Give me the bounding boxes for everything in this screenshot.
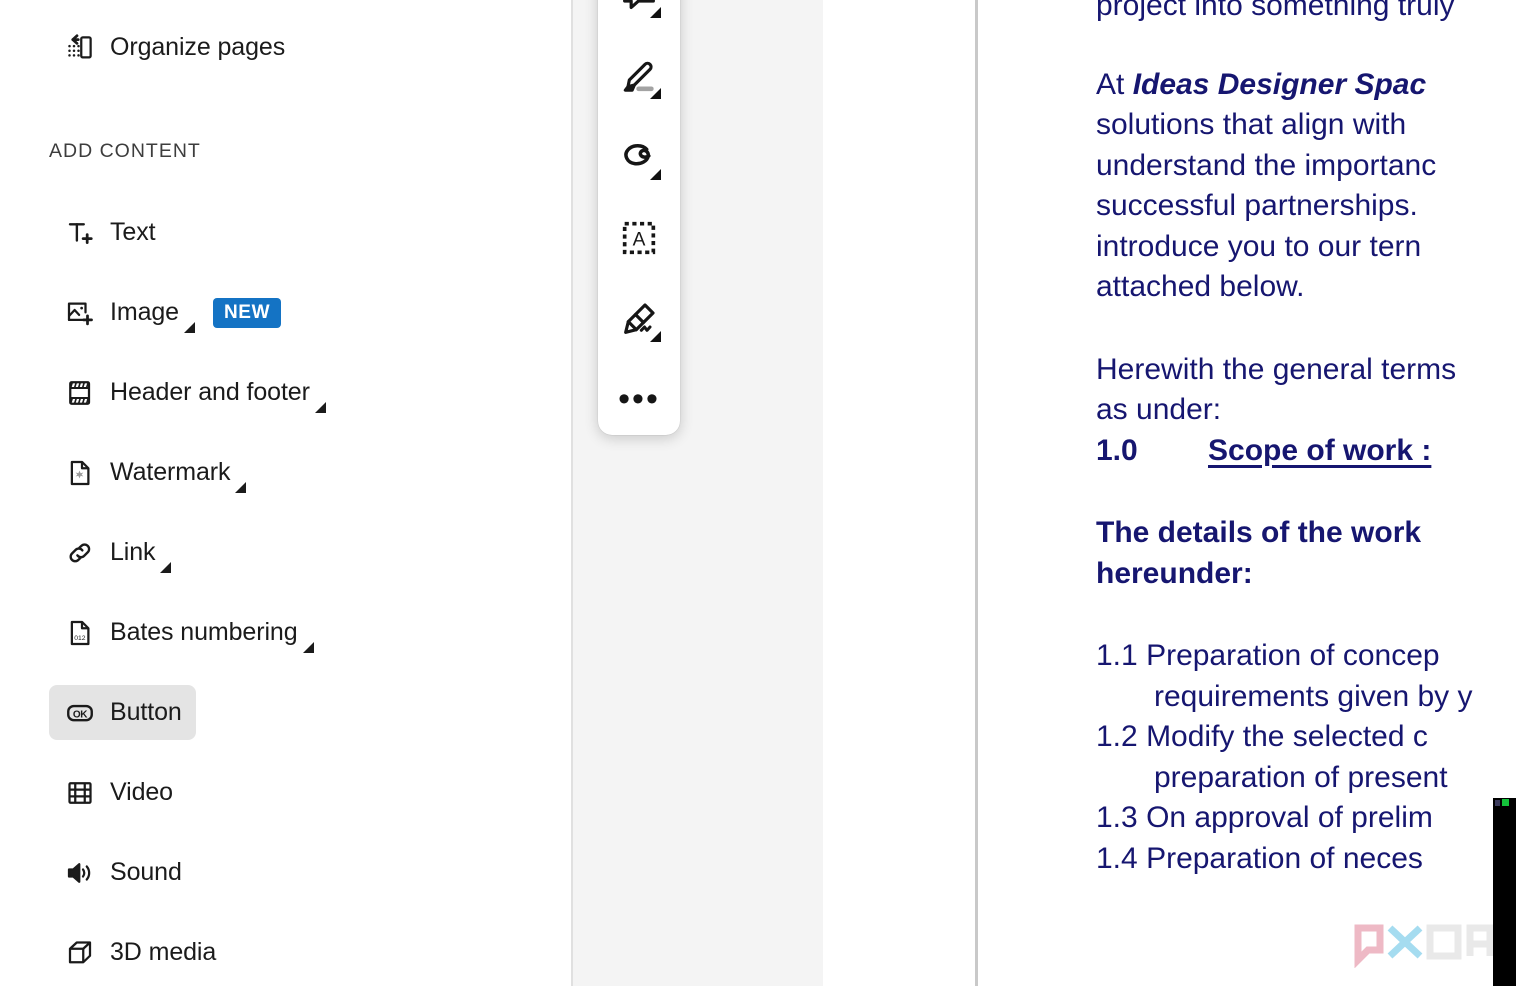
new-badge: NEW <box>212 297 282 328</box>
chevron-expand-icon[interactable] <box>314 402 326 413</box>
doc-line: understand the importanc <box>1096 148 1437 182</box>
doc-details-heading: hereunder: <box>1096 556 1253 590</box>
doc-paragraph-at: At Ideas Designer Spac <box>1096 65 1516 106</box>
doc-details-heading: The details of the work <box>1096 516 1422 549</box>
pdf-text-content: project into something truly At Ideas De… <box>1096 0 1516 879</box>
doc-clause: 1.3 On approval of prelim <box>1096 798 1516 839</box>
doc-clause: 1.2 Modify the selected c <box>1096 717 1516 758</box>
document-left-gutter <box>823 0 977 986</box>
organize-pages-icon <box>65 33 95 63</box>
chevron-expand-icon[interactable] <box>650 7 661 18</box>
doc-line: attached below. <box>1096 270 1305 303</box>
doc-clause: 1.1 Preparation of concep <box>1096 636 1516 677</box>
doc-line: as under: <box>1096 393 1222 426</box>
chevron-expand-icon[interactable] <box>650 331 661 342</box>
doc-clause-number: 1.1 <box>1096 639 1138 672</box>
image-add-icon <box>65 298 95 328</box>
chevron-expand-icon[interactable] <box>302 642 314 653</box>
sound-icon <box>65 858 95 888</box>
doc-clause-number: 1.2 <box>1096 720 1138 753</box>
sidebar-item-sound[interactable]: Sound <box>49 845 196 900</box>
doc-clause-text: Preparation of neces <box>1146 841 1423 875</box>
doc-scope-heading: 1.0 Scope of work : <box>1096 431 1516 472</box>
doc-line: successful partnerships. <box>1096 189 1418 222</box>
sidebar-item-label: Button <box>110 698 182 726</box>
doc-clause-text: Modify the selected c <box>1146 720 1428 753</box>
sidebar-item-label: Organize pages <box>110 33 286 61</box>
app-root: Organize pages ADD CONTENT Text Image NE… <box>0 0 1516 986</box>
sidebar-item-image[interactable]: Image NEW <box>49 285 295 340</box>
doc-scope-number: 1.0 <box>1096 433 1138 467</box>
doc-text-company: Ideas Designer Spac <box>1132 67 1427 101</box>
svg-text:OK: OK <box>73 709 88 720</box>
sidebar-item-header-and-footer[interactable]: Header and footer <box>49 365 340 420</box>
doc-clause-text: On approval of prelim <box>1146 801 1433 834</box>
pdf-page-view[interactable]: project into something truly At Ideas De… <box>978 0 1516 986</box>
doc-clause-cont: requirements given by y <box>1154 679 1473 713</box>
highlighter-icon[interactable] <box>608 45 670 107</box>
cube-3d-icon <box>65 938 95 968</box>
sidebar-item-label: Video <box>110 778 173 806</box>
artifact-pixel <box>1495 800 1500 806</box>
doc-clause: 1.4 Preparation of neces <box>1096 839 1516 880</box>
sidebar-item-organize-pages[interactable]: Organize pages <box>49 20 299 75</box>
chevron-expand-icon[interactable] <box>650 169 661 180</box>
doc-clause-text: Preparation of concep <box>1146 639 1440 672</box>
sidebar-item-label: Bates numbering <box>110 618 298 646</box>
sidebar-item-link[interactable]: Link <box>49 525 185 580</box>
sticky-note-comment-icon[interactable] <box>608 0 670 26</box>
text-box-icon[interactable]: A <box>608 207 670 269</box>
sidebar-item-watermark[interactable]: Watermark <box>49 445 260 500</box>
watermark-icon <box>65 458 95 488</box>
signature-pen-icon[interactable] <box>608 288 670 350</box>
sidebar-item-video[interactable]: Video <box>49 765 187 820</box>
sidebar-item-text[interactable]: Text <box>49 205 169 260</box>
freehand-draw-icon[interactable] <box>608 126 670 188</box>
chevron-expand-icon[interactable] <box>235 482 247 493</box>
ok-button-icon: OK <box>65 698 95 728</box>
sidebar-section-add-content: ADD CONTENT <box>49 140 201 162</box>
header-footer-icon <box>65 378 95 408</box>
sidebar-item-button[interactable]: OK Button <box>49 685 196 740</box>
tools-sidebar: Organize pages ADD CONTENT Text Image NE… <box>0 0 570 986</box>
chevron-expand-icon[interactable] <box>160 562 172 573</box>
more-options-icon[interactable]: ••• <box>608 369 670 431</box>
doc-text-lead: At <box>1096 67 1133 101</box>
doc-line: introduce you to our tern <box>1096 229 1422 263</box>
sidebar-item-label: Link <box>110 538 156 566</box>
sidebar-item-3d-media[interactable]: 3D media <box>49 925 230 980</box>
chevron-expand-icon[interactable] <box>650 88 661 99</box>
sidebar-item-label: 3D media <box>110 938 217 966</box>
bates-numbering-icon: 012 <box>65 618 95 648</box>
doc-clause-number: 1.4 <box>1096 841 1138 875</box>
doc-scope-title: Scope of work : <box>1208 433 1432 467</box>
video-icon <box>65 778 95 808</box>
text-add-icon <box>65 218 95 248</box>
sidebar-item-label: Sound <box>110 858 182 886</box>
sidebar-item-label: Watermark <box>110 458 231 486</box>
doc-line: solutions that align with <box>1096 108 1407 141</box>
artifact-pixel <box>1502 799 1509 806</box>
annotation-floating-toolbar[interactable]: A ••• <box>598 0 680 435</box>
chevron-expand-icon[interactable] <box>183 322 195 333</box>
sidebar-item-label: Image <box>110 298 179 326</box>
doc-clause-number: 1.3 <box>1096 801 1138 834</box>
svg-text:012: 012 <box>74 635 86 642</box>
sidebar-item-bates-numbering[interactable]: 012 Bates numbering <box>49 605 328 660</box>
link-icon <box>65 538 95 568</box>
svg-text:A: A <box>633 230 646 251</box>
sidebar-item-label: Header and footer <box>110 378 310 406</box>
doc-line: Herewith the general terms <box>1096 352 1457 386</box>
doc-clause-cont: preparation of present <box>1154 760 1448 794</box>
doc-partial-line: project into something truly <box>1096 0 1455 22</box>
sidebar-divider <box>571 0 573 986</box>
screen-capture-artifact <box>1493 798 1516 986</box>
sidebar-item-label: Text <box>110 218 156 246</box>
